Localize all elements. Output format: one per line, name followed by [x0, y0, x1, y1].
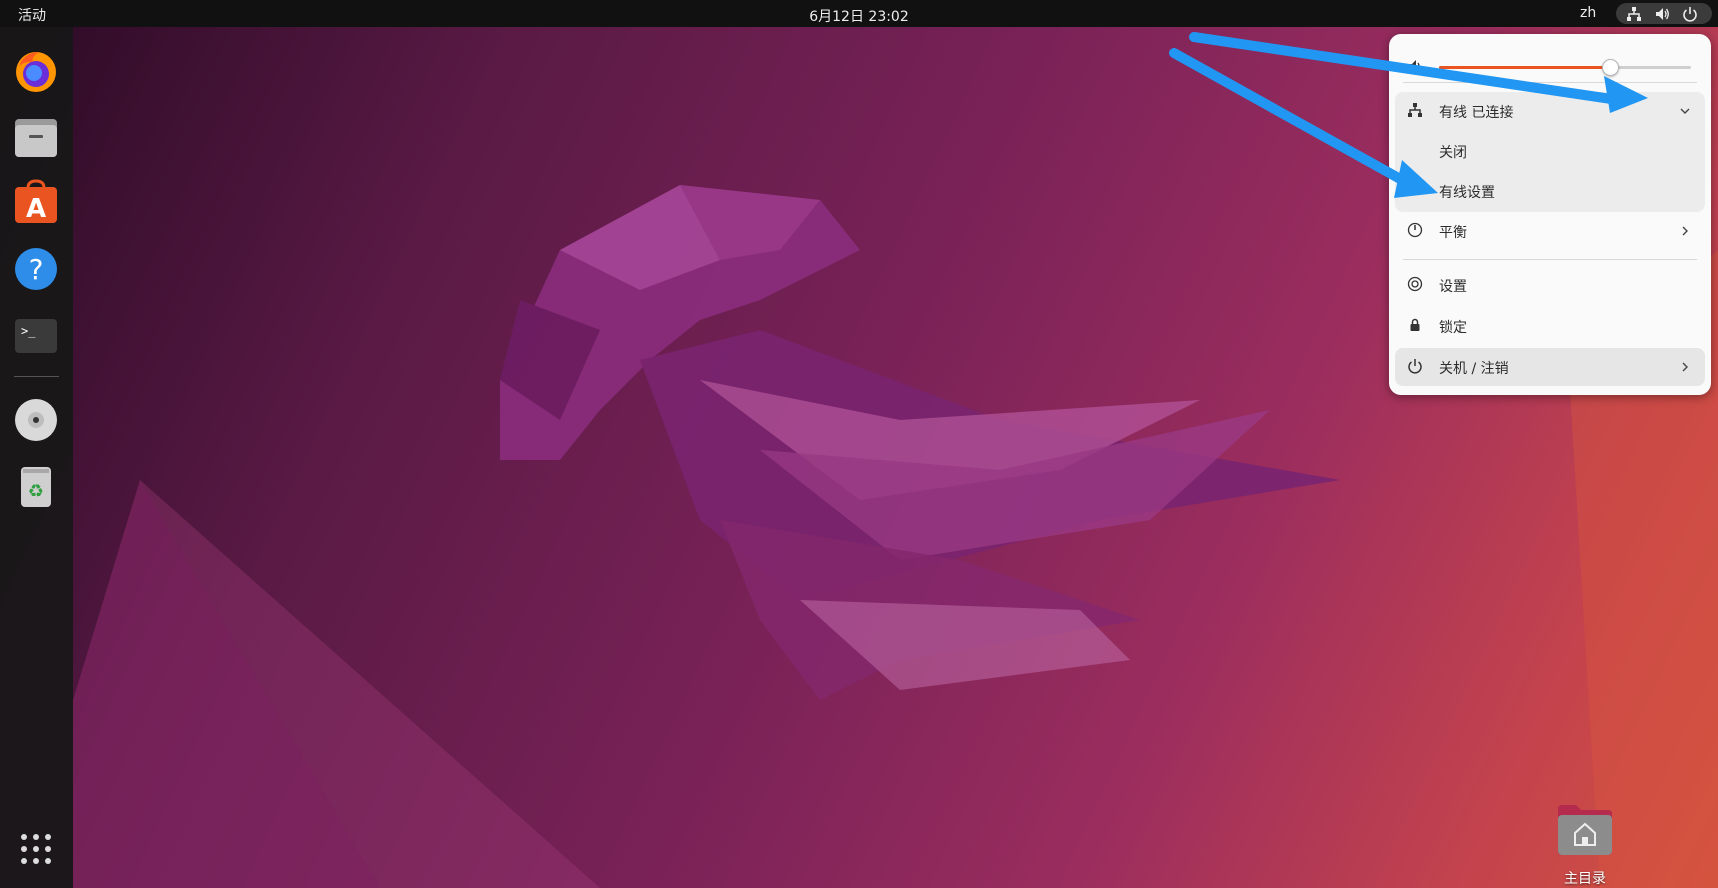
- wired-settings-label: 有线设置: [1439, 185, 1495, 201]
- clock: 6月12日 23:02: [0, 6, 1718, 26]
- power-mode-label: 平衡: [1439, 225, 1467, 241]
- wired-turn-off-label: 关闭: [1439, 145, 1467, 161]
- svg-text:♻: ♻: [28, 481, 44, 502]
- files-icon[interactable]: [13, 115, 59, 161]
- chevron-down-icon: [1680, 108, 1690, 114]
- chevron-right-icon: [1682, 362, 1688, 372]
- top-bar: 活动 6月12日 23:02 zh: [0, 0, 1718, 27]
- clock-button[interactable]: 6月12日 23:02: [809, 9, 909, 25]
- terminal-icon[interactable]: >_: [13, 313, 59, 359]
- volume-slider[interactable]: [1439, 59, 1691, 76]
- svg-text:>_: >_: [21, 324, 36, 338]
- network-wired-icon: [1627, 7, 1641, 21]
- power-mode-icon: [1407, 222, 1423, 238]
- settings-item[interactable]: 设置: [1389, 266, 1711, 304]
- dock-separator: [14, 376, 59, 377]
- lock-icon: [1410, 318, 1420, 331]
- settings-label: 设置: [1439, 279, 1467, 295]
- activities-button[interactable]: 活动: [18, 5, 46, 25]
- volume-icon: [1409, 60, 1420, 72]
- dock: A ? >_ ♻: [0, 27, 73, 888]
- wired-turn-off-item[interactable]: 关闭: [1389, 132, 1711, 170]
- help-icon[interactable]: ?: [13, 246, 59, 292]
- separator: [1403, 82, 1697, 83]
- firefox-icon[interactable]: [13, 49, 59, 95]
- app-grid-icon[interactable]: [13, 826, 59, 872]
- lock-item[interactable]: 锁定: [1389, 307, 1711, 345]
- svg-text:A: A: [26, 194, 46, 224]
- power-icon: [1408, 359, 1422, 374]
- svg-text:?: ?: [29, 253, 44, 286]
- cd-drive-icon[interactable]: [13, 397, 59, 443]
- trash-icon[interactable]: ♻: [13, 463, 59, 509]
- home-folder-icon[interactable]: [1556, 803, 1614, 857]
- wired-settings-item[interactable]: 有线设置: [1389, 172, 1711, 210]
- power-mode-item[interactable]: 平衡: [1389, 212, 1711, 250]
- lock-label: 锁定: [1439, 320, 1467, 336]
- volume-slider-handle[interactable]: [1602, 59, 1620, 76]
- system-menu-button[interactable]: [1616, 3, 1712, 24]
- power-off-logout-item[interactable]: 关机 / 注销: [1389, 348, 1711, 386]
- power-off-logout-label: 关机 / 注销: [1439, 361, 1509, 377]
- home-folder-label: 主目录: [1564, 871, 1606, 887]
- wired-connection-label: 有线 已连接: [1439, 105, 1514, 121]
- network-wired-icon: [1408, 103, 1422, 117]
- power-icon: [1683, 7, 1697, 22]
- volume-row: [1389, 44, 1711, 82]
- volume-slider-fill: [1439, 66, 1611, 69]
- chevron-right-icon: [1682, 226, 1688, 236]
- gear-icon: [1407, 276, 1423, 292]
- wired-connection-item[interactable]: 有线 已连接: [1389, 92, 1711, 130]
- software-store-icon[interactable]: A: [13, 179, 59, 225]
- separator: [1403, 259, 1697, 260]
- volume-icon: [1656, 8, 1669, 20]
- input-method-button[interactable]: zh: [1580, 5, 1596, 21]
- quick-settings-menu: 有线 已连接 关闭 有线设置 平衡 设置 锁定 关机 / 注销: [1389, 34, 1711, 395]
